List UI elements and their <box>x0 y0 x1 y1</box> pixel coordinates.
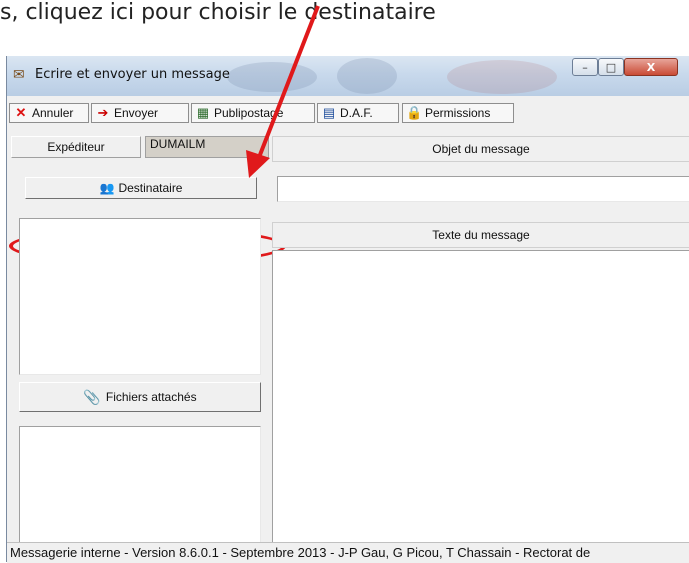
envoyer-button[interactable]: ➔ Envoyer <box>91 103 189 123</box>
building-icon: ▤ <box>322 105 336 120</box>
mailmerge-icon: ▦ <box>196 105 210 120</box>
maximize-button[interactable]: □ <box>598 58 624 76</box>
sender-label: Expéditeur <box>11 136 141 158</box>
message-window: ✉ Ecrire et envoyer un message – □ X ✕ A… <box>6 56 689 563</box>
caption-text: s, cliquez ici pour choisir le destinata… <box>0 0 436 25</box>
recipient-list[interactable] <box>19 218 261 375</box>
lock-icon: 🔒 <box>406 105 423 120</box>
window-title: Ecrire et envoyer un message <box>35 67 230 82</box>
annuler-button[interactable]: ✕ Annuler <box>9 103 89 123</box>
subject-header: Objet du message <box>272 136 689 162</box>
x-icon: ✕ <box>15 105 27 120</box>
attachments-list[interactable] <box>19 426 261 544</box>
app-icon: ✉ <box>13 67 25 83</box>
permissions-button[interactable]: 🔒 Permissions <box>402 103 514 123</box>
destinataire-button[interactable]: 👥 Destinataire <box>25 177 257 199</box>
daf-button[interactable]: ▤ D.A.F. <box>317 103 399 123</box>
status-bar: Messagerie interne - Version 8.6.0.1 - S… <box>7 542 689 563</box>
minimize-button[interactable]: – <box>572 58 598 76</box>
publipostage-button[interactable]: ▦ Publipostage <box>191 103 315 123</box>
close-button[interactable]: X <box>624 58 678 76</box>
subject-input[interactable] <box>277 176 689 202</box>
attachment-icon: 📎 <box>83 388 101 405</box>
sender-field[interactable]: DUMAILM <box>145 136 269 158</box>
toolbar: ✕ Annuler ➔ Envoyer ▦ Publipostage ▤ D.A… <box>7 100 689 124</box>
body-header: Texte du message <box>272 222 689 248</box>
title-bar: ✉ Ecrire et envoyer un message – □ X <box>7 56 689 96</box>
users-icon: 👥 <box>99 181 115 195</box>
attachments-button[interactable]: 📎 Fichiers attachés <box>19 382 261 412</box>
message-body[interactable] <box>272 250 689 544</box>
send-icon: ➔ <box>97 105 109 120</box>
